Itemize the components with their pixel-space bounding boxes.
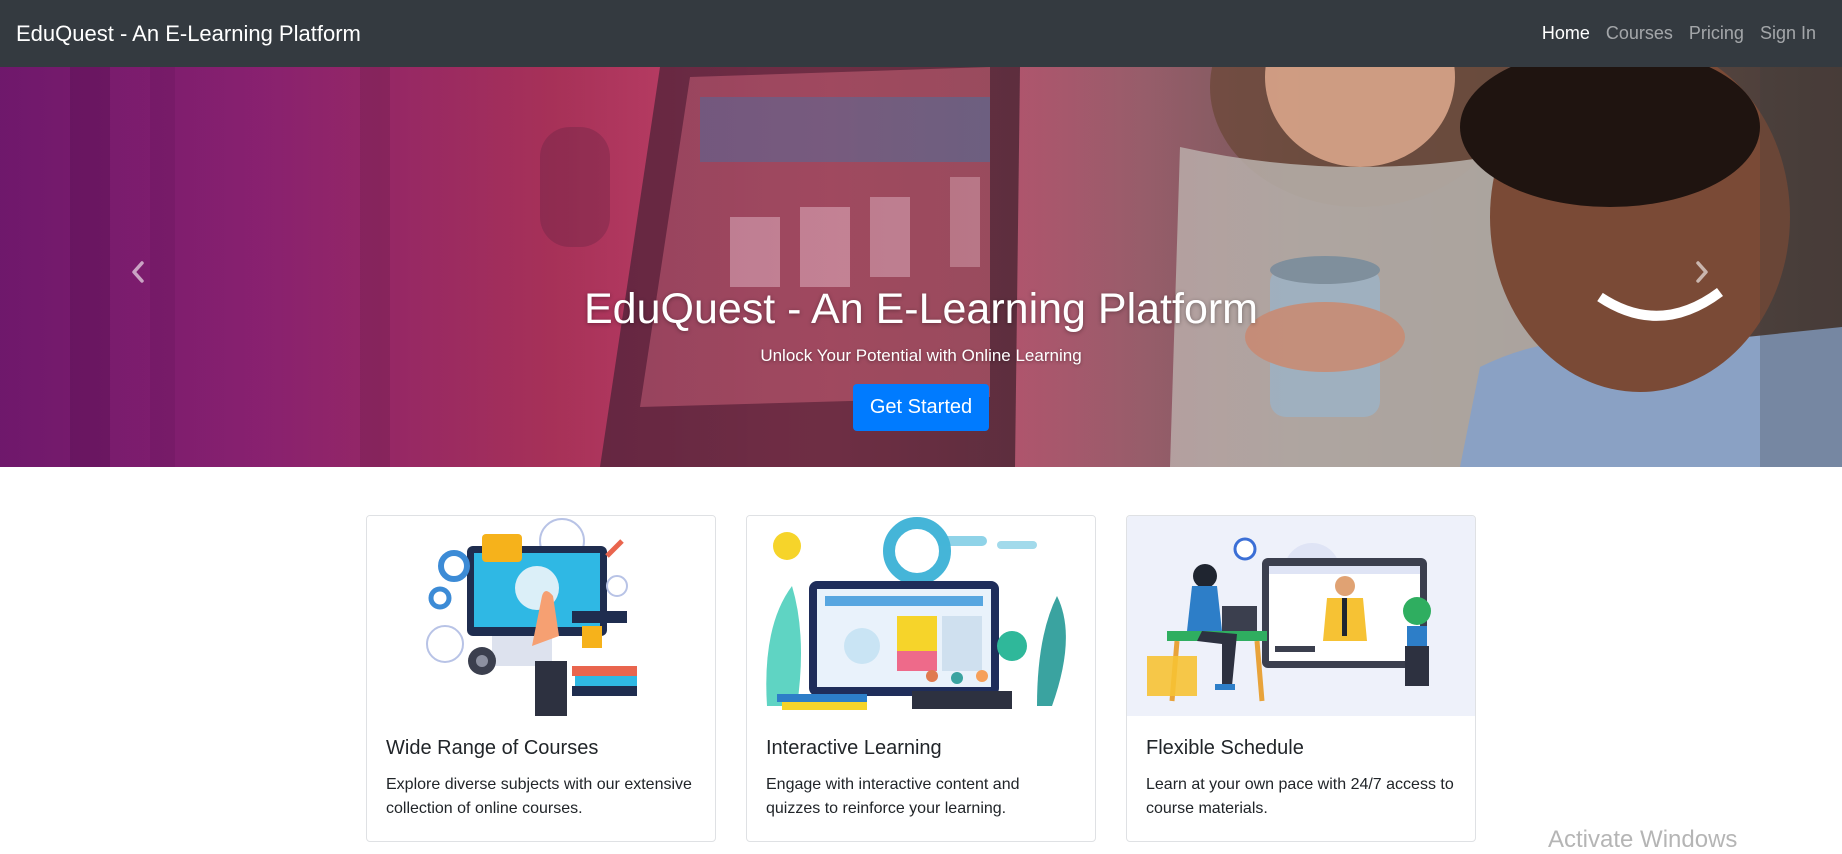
card-body: Wide Range of Courses Explore diverse su… (367, 716, 715, 821)
brand-link[interactable]: EduQuest - An E-Learning Platform (16, 21, 361, 47)
hero-caption: EduQuest - An E-Learning Platform Unlock… (0, 284, 1842, 431)
chevron-left-icon (132, 261, 144, 283)
flexible-schedule-illustration (1127, 516, 1475, 716)
card-text: Explore diverse subjects with our extens… (386, 776, 692, 817)
feature-card-schedule: Flexible Schedule Learn at your own pace… (1126, 515, 1476, 842)
card-title: Interactive Learning (766, 737, 942, 759)
card-body: Flexible Schedule Learn at your own pace… (1127, 716, 1475, 821)
get-started-button[interactable]: Get Started (852, 383, 990, 431)
card-body: Interactive Learning Engage with interac… (747, 716, 1095, 821)
card-text: Learn at your own pace with 24/7 access … (1146, 776, 1454, 817)
card-text: Engage with interactive content and quiz… (766, 776, 1020, 817)
top-navbar: EduQuest - An E-Learning Platform Home C… (0, 0, 1842, 67)
nav-courses-link[interactable]: Courses (1598, 23, 1681, 44)
nav-pricing-link[interactable]: Pricing (1681, 23, 1752, 44)
nav-links: Home Courses Pricing Sign In (1534, 23, 1826, 44)
interactive-learning-illustration (747, 516, 1095, 716)
hero-title: EduQuest - An E-Learning Platform (583, 285, 1259, 333)
courses-illustration (367, 516, 715, 716)
feature-cards: Wide Range of Courses Explore diverse su… (366, 515, 1476, 842)
activate-windows-watermark: Activate Windows (1548, 826, 1738, 853)
nav-home-link[interactable]: Home (1534, 23, 1598, 44)
feature-card-courses: Wide Range of Courses Explore diverse su… (366, 515, 716, 842)
chevron-right-icon (1696, 261, 1708, 283)
feature-card-interactive: Interactive Learning Engage with interac… (746, 515, 1096, 842)
card-title: Flexible Schedule (1146, 737, 1304, 759)
nav-sign-in-link[interactable]: Sign In (1752, 23, 1824, 44)
hero-subtitle: Unlock Your Potential with Online Learni… (760, 345, 1082, 365)
card-title: Wide Range of Courses (386, 737, 599, 759)
hero-carousel: EduQuest - An E-Learning Platform Unlock… (0, 67, 1842, 467)
